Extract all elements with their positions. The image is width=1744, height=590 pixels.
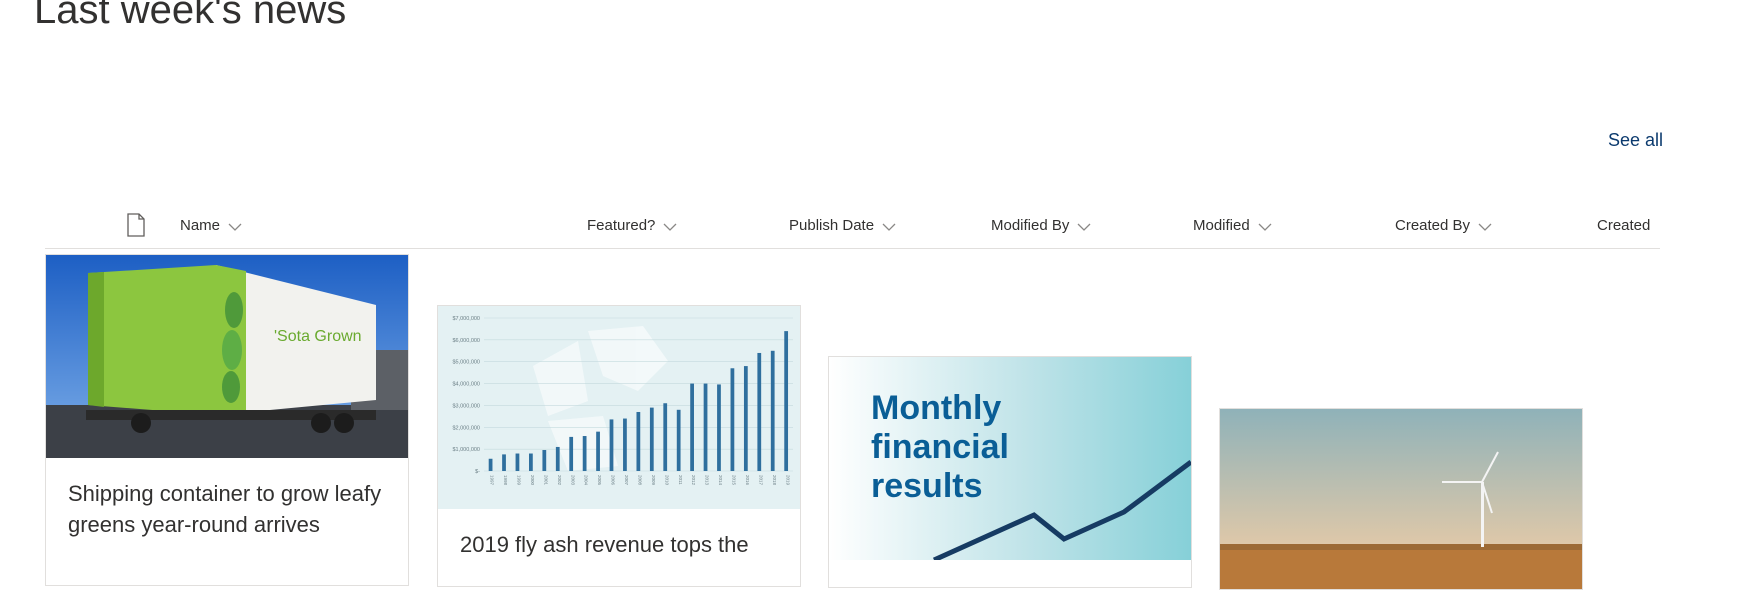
chart-bar xyxy=(609,419,614,471)
financial-text-line-2: financial xyxy=(871,428,1009,466)
card-title: Shipping container to grow leafy greens … xyxy=(68,481,382,537)
chart-bar xyxy=(676,409,681,471)
column-header-created-by[interactable]: Created By xyxy=(1395,217,1492,235)
chart-bar xyxy=(663,403,668,471)
column-label-publish-date: Publish Date xyxy=(789,217,875,234)
chevron-down-icon xyxy=(882,218,896,235)
column-label-created: Created xyxy=(1597,217,1651,234)
chart-y-tick: $4,000,000 xyxy=(452,382,480,388)
chart-x-tick: 2013 xyxy=(705,475,710,486)
column-label-name: Name xyxy=(180,217,221,234)
chart-y-tick: $2,000,000 xyxy=(452,425,480,431)
chevron-down-icon xyxy=(1258,218,1272,235)
chart-bar xyxy=(488,458,493,471)
column-header-publish-date[interactable]: Publish Date xyxy=(789,217,896,235)
chart-bar xyxy=(717,384,721,471)
chevron-down-icon xyxy=(1478,218,1492,235)
chart-x-tick: 2019 xyxy=(785,475,790,486)
chart-bar xyxy=(636,411,641,471)
chart-bar xyxy=(596,431,600,471)
chart-x-tick: 2005 xyxy=(597,475,602,486)
chart-x-tick: 2000 xyxy=(530,475,535,486)
chevron-down-icon xyxy=(228,218,242,235)
column-header-created[interactable]: Created xyxy=(1597,217,1650,234)
chart-y-tick: $3,000,000 xyxy=(452,403,480,409)
chart-bar xyxy=(757,352,762,471)
news-card[interactable]: 'Sota Grown Shipping container to grow l… xyxy=(45,254,409,586)
chart-x-tick: 1997 xyxy=(490,475,495,486)
column-header-modified-by[interactable]: Modified By xyxy=(991,217,1091,235)
chart-x-tick: 2002 xyxy=(557,475,562,486)
chart-bar xyxy=(555,446,560,471)
column-header-name[interactable]: Name xyxy=(180,217,242,235)
chart-x-tick: 2004 xyxy=(584,475,589,486)
chevron-down-icon xyxy=(663,218,677,235)
news-card[interactable]: $7,000,000 $6,000,000 $5,000,000 $4,000,000… xyxy=(437,305,801,587)
column-header-featured[interactable]: Featured? xyxy=(587,217,677,235)
fly-ash-revenue-chart: $7,000,000 $6,000,000 $5,000,000 $4,000,000… xyxy=(438,306,800,509)
document-icon xyxy=(126,213,146,242)
column-label-modified-by: Modified By xyxy=(991,217,1070,234)
column-label-featured: Featured? xyxy=(587,217,656,234)
financial-text-line-1: Monthly xyxy=(871,389,1001,427)
chart-x-tick: 1999 xyxy=(517,475,522,486)
chart-bar xyxy=(690,383,694,471)
chart-x-tick: 2003 xyxy=(570,475,575,486)
chart-y-tick: $5,000,000 xyxy=(452,360,480,366)
chart-y-tick: $1,000,000 xyxy=(452,447,480,453)
chart-bar xyxy=(542,450,547,471)
chart-x-tick: 2014 xyxy=(718,475,723,486)
chart-x-tick: 2011 xyxy=(678,475,683,485)
chart-x-tick: 2006 xyxy=(611,475,616,486)
chart-bar xyxy=(529,453,533,471)
page-title: Last week's news xyxy=(34,0,347,32)
chart-bar xyxy=(743,366,748,471)
chart-x-tick: 2016 xyxy=(745,475,750,486)
column-header-modified[interactable]: Modified xyxy=(1193,217,1272,235)
monthly-financial-results-graphic: Monthly financial results xyxy=(829,357,1191,560)
see-all-link[interactable]: See all xyxy=(1608,130,1663,151)
chart-x-tick: 2001 xyxy=(543,475,548,486)
chart-bar xyxy=(784,331,789,471)
column-label-modified: Modified xyxy=(1193,217,1250,234)
container-brand-text: 'Sota Grown xyxy=(274,328,362,345)
chart-bar xyxy=(730,368,735,471)
list-header-row: Name Featured? Publish Date Modified By … xyxy=(45,205,1660,249)
chart-x-tick: 2009 xyxy=(651,475,656,486)
wind-turbine-photo xyxy=(1220,409,1582,589)
chart-x-tick: 2008 xyxy=(637,475,642,486)
chart-x-tick: 2015 xyxy=(732,475,737,486)
chart-x-tick: 1998 xyxy=(503,475,508,486)
chart-bar xyxy=(569,436,574,471)
chart-bar xyxy=(703,383,708,471)
chart-bar xyxy=(649,407,654,471)
chart-bar xyxy=(515,453,520,471)
financial-text-line-3: results xyxy=(871,467,983,505)
chart-bar xyxy=(770,350,775,471)
chart-x-tick: 2010 xyxy=(664,475,669,486)
card-title: 2019 fly ash revenue tops the xyxy=(460,532,749,557)
news-card[interactable] xyxy=(1219,408,1583,590)
chart-y-tick: $6,000,000 xyxy=(452,338,480,344)
chevron-down-icon xyxy=(1077,218,1091,235)
chart-bar xyxy=(623,418,627,471)
shipping-container-photo: 'Sota Grown xyxy=(46,255,408,458)
chart-x-tick: 2012 xyxy=(691,475,696,486)
chart-y-tick: $- xyxy=(475,469,480,475)
chart-x-tick: 2007 xyxy=(624,475,629,486)
chart-x-tick: 2017 xyxy=(758,475,763,486)
chart-bar xyxy=(582,436,587,471)
column-label-created-by: Created By xyxy=(1395,217,1471,234)
chart-x-tick: 2018 xyxy=(772,475,777,486)
chart-y-tick: $7,000,000 xyxy=(452,316,480,322)
news-card[interactable]: Monthly financial results xyxy=(828,356,1192,588)
chart-bar xyxy=(502,454,506,471)
